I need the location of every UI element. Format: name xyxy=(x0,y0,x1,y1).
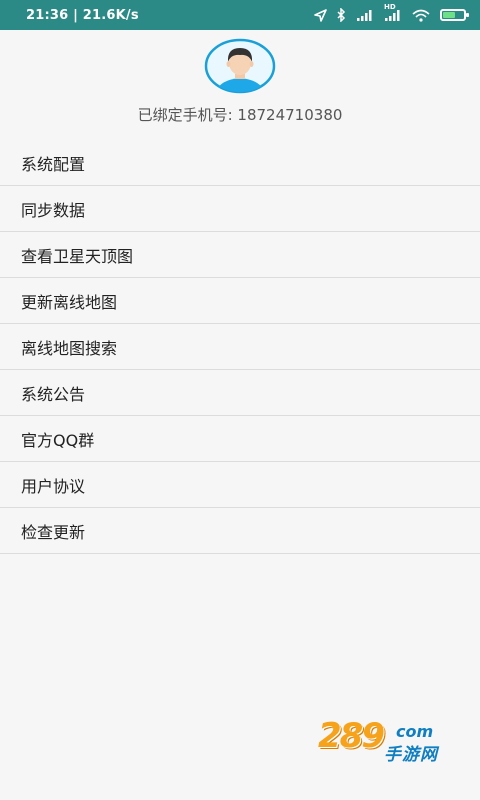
status-icons: HD xyxy=(314,3,469,22)
watermark-logo: 289 com 手游网 xyxy=(318,716,458,765)
wifi-icon xyxy=(412,9,430,22)
location-icon xyxy=(314,8,327,22)
menu-item-label: 用户协议 xyxy=(21,476,86,496)
user-avatar-icon[interactable] xyxy=(204,38,276,94)
menu-item-sync-data[interactable]: 同步数据 xyxy=(0,186,480,232)
profile-header: 已绑定手机号: 18724710380 xyxy=(0,30,480,125)
menu-item-label: 查看卫星天顶图 xyxy=(21,246,134,266)
bound-phone-line: 已绑定手机号: 18724710380 xyxy=(0,104,480,125)
menu-item-offline-map-search[interactable]: 离线地图搜索 xyxy=(0,324,480,370)
menu-item-system-config[interactable]: 系统配置 xyxy=(0,140,480,186)
watermark-sub: 手游网 xyxy=(384,745,438,765)
signal-hd-icon: HD xyxy=(384,3,402,21)
menu-item-system-announcement[interactable]: 系统公告 xyxy=(0,370,480,416)
menu-item-label: 更新离线地图 xyxy=(21,292,118,312)
settings-menu: 系统配置 同步数据 查看卫星天顶图 更新离线地图 离线地图搜索 系统公告 官方Q… xyxy=(0,140,480,554)
battery-icon xyxy=(440,9,469,21)
phone-label: 已绑定手机号: xyxy=(137,106,233,124)
watermark-domain: com xyxy=(396,722,434,741)
menu-item-satellite-skyplot[interactable]: 查看卫星天顶图 xyxy=(0,232,480,278)
menu-item-label: 离线地图搜索 xyxy=(21,338,118,358)
menu-item-check-update[interactable]: 检查更新 xyxy=(0,508,480,554)
bluetooth-icon xyxy=(337,8,346,22)
phone-number: 18724710380 xyxy=(237,106,343,124)
menu-item-update-offline-map[interactable]: 更新离线地图 xyxy=(0,278,480,324)
battery-level xyxy=(443,12,456,18)
signal-icon xyxy=(356,9,374,21)
status-time-speed: 21:36 | 21.6K/s xyxy=(26,7,139,23)
menu-item-label: 系统公告 xyxy=(21,384,86,404)
network-label: HD xyxy=(384,3,396,11)
menu-item-label: 检查更新 xyxy=(21,522,86,542)
status-bar: 21:36 | 21.6K/s HD xyxy=(0,0,480,30)
menu-item-official-qq-group[interactable]: 官方QQ群 xyxy=(0,416,480,462)
watermark-number: 289 xyxy=(318,716,385,756)
menu-item-user-agreement[interactable]: 用户协议 xyxy=(0,462,480,508)
menu-item-label: 同步数据 xyxy=(21,200,86,220)
menu-item-label: 官方QQ群 xyxy=(21,430,95,450)
menu-item-label: 系统配置 xyxy=(21,154,86,174)
